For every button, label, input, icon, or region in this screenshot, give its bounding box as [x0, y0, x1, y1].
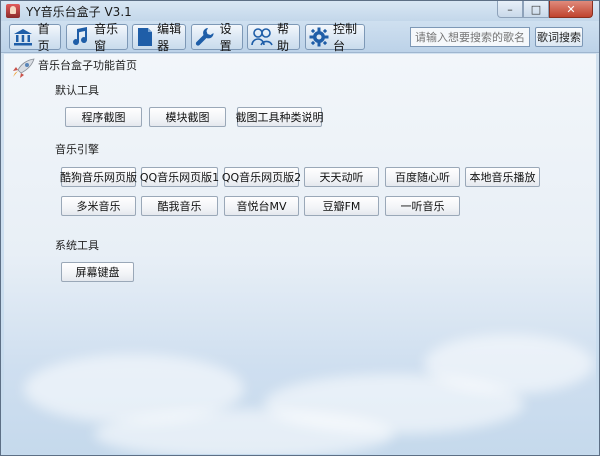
- nav-music-window-button[interactable]: 音乐窗: [66, 22, 128, 53]
- engine-tiantian-button[interactable]: 天天动听: [304, 167, 379, 187]
- document-icon: [136, 26, 153, 48]
- nav-settings-label: 设置: [219, 22, 232, 53]
- program-screenshot-button[interactable]: 程序截图: [65, 107, 142, 127]
- minimize-button[interactable]: –: [497, 1, 523, 18]
- engine-duomi-button[interactable]: 多米音乐: [61, 196, 136, 216]
- engine-yiting-button[interactable]: 一听音乐: [385, 196, 460, 216]
- wrench-icon: [195, 26, 216, 48]
- nav-settings-button[interactable]: 设置: [191, 22, 243, 53]
- background-cloud: [424, 334, 594, 394]
- engine-douban-fm-button[interactable]: 豆瓣FM: [304, 196, 379, 216]
- section-label-default-tools: 默认工具: [55, 84, 99, 97]
- screenshot-tool-help-button[interactable]: 截图工具种类说明: [236, 107, 324, 127]
- song-search-input[interactable]: [410, 27, 530, 47]
- section-label-music-engines: 音乐引擎: [55, 143, 99, 156]
- nav-editor-button[interactable]: 编辑器: [132, 22, 186, 53]
- engine-local-player-button[interactable]: 本地音乐播放: [465, 167, 540, 187]
- rocket-icon: [10, 58, 36, 80]
- engine-qq-web1-button[interactable]: QQ音乐网页版1: [140, 167, 219, 187]
- engine-qq-web2-button[interactable]: QQ音乐网页版2: [222, 167, 301, 187]
- app-logo-icon: [6, 4, 20, 18]
- engine-kuwo-button[interactable]: 酷我音乐: [141, 196, 218, 216]
- window-controls: – □ ✕: [497, 1, 593, 18]
- nav-home-label: 首页: [37, 22, 50, 53]
- engine-baidu-button[interactable]: 百度随心听: [385, 167, 460, 187]
- module-screenshot-button[interactable]: 模块截图: [149, 107, 226, 127]
- window-title: YY音乐台盒子 V3.1: [26, 4, 132, 19]
- lyrics-search-button[interactable]: 歌词搜索: [535, 27, 583, 47]
- nav-home-button[interactable]: 首页: [9, 22, 61, 53]
- section-label-system-tools: 系统工具: [55, 239, 99, 252]
- music-note-icon: [70, 26, 90, 48]
- background-cloud: [94, 409, 394, 454]
- engine-kugou-web-button[interactable]: 酷狗音乐网页版: [60, 167, 137, 187]
- main-toolbar: 首页 音乐窗 编辑器 设置 帮助 控制台 请输入想要搜索的歌名 歌词搜索: [1, 21, 599, 53]
- nav-music-window-label: 音乐窗: [94, 22, 119, 53]
- nav-console-button[interactable]: 控制台: [305, 22, 365, 53]
- maximize-button[interactable]: □: [523, 1, 549, 18]
- app-window: YY音乐台盒子 V3.1 – □ ✕ 首页 音乐窗 编辑器 设置 帮助 控制台 …: [0, 0, 600, 456]
- nav-help-label: 帮助: [277, 22, 290, 53]
- screen-keyboard-button[interactable]: 屏幕键盘: [61, 262, 134, 282]
- title-bar[interactable]: YY音乐台盒子 V3.1 – □ ✕: [1, 1, 599, 21]
- bank-icon: [13, 26, 34, 48]
- nav-console-label: 控制台: [333, 22, 358, 53]
- nav-editor-label: 编辑器: [157, 22, 182, 53]
- nav-help-button[interactable]: 帮助: [247, 22, 300, 53]
- gear-icon: [309, 26, 329, 48]
- page-title: 音乐台盒子功能首页: [38, 59, 137, 72]
- users-icon: [251, 26, 273, 48]
- main-content: 音乐台盒子功能首页 默认工具 程序截图 模块截图 截图工具种类说明 音乐引擎 酷…: [4, 54, 596, 454]
- close-button[interactable]: ✕: [549, 1, 593, 18]
- engine-yinyuetai-button[interactable]: 音悦台MV: [224, 196, 299, 216]
